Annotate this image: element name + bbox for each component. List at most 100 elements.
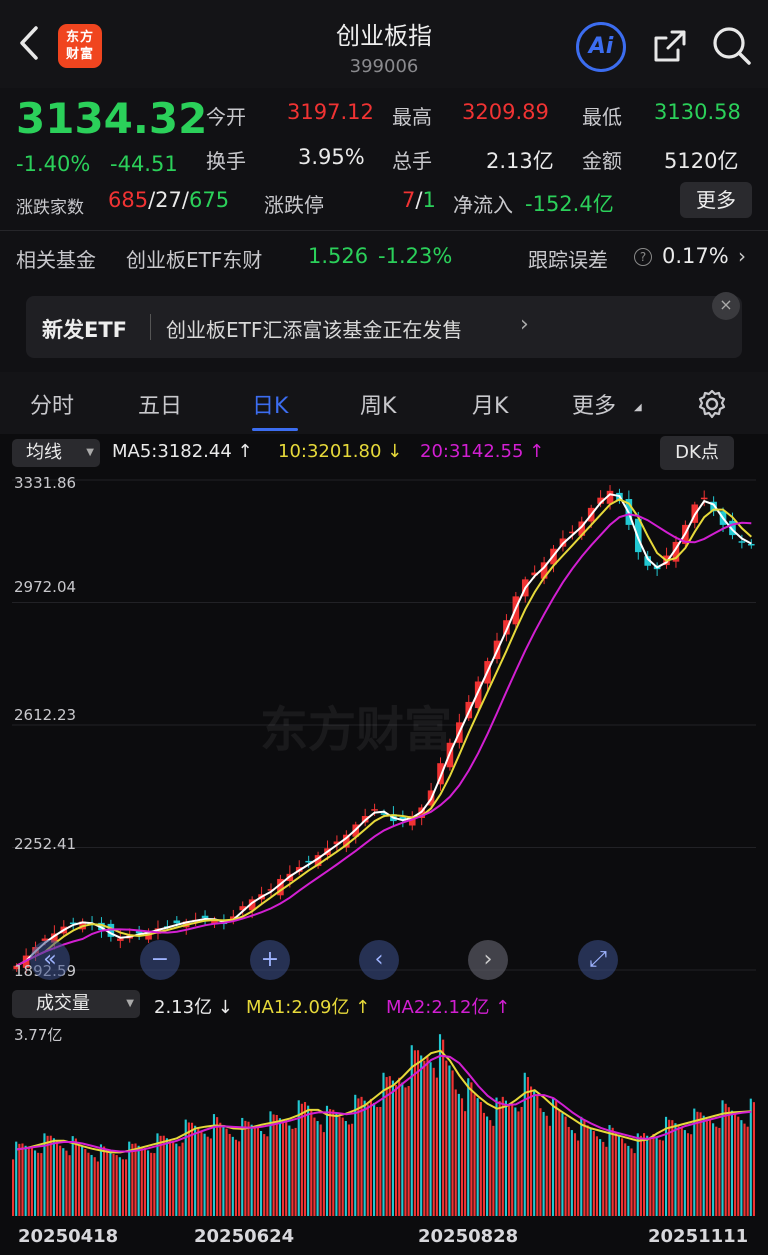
tab-weekly-k[interactable]: 周K	[360, 388, 396, 420]
fullscreen-button[interactable]: ⤢	[578, 940, 618, 980]
volume-bar	[664, 1116, 668, 1216]
tab-daily-k[interactable]: 日K	[252, 388, 288, 420]
volume-bar	[118, 1157, 121, 1216]
volume-bar	[627, 1145, 630, 1216]
dk-point-button[interactable]: DK点	[660, 436, 734, 470]
volume-bar	[382, 1072, 385, 1216]
volume-bar	[614, 1133, 617, 1216]
active-tab-indicator	[252, 428, 298, 431]
close-icon[interactable]: ×	[712, 292, 740, 320]
more-quote-button[interactable]: 更多	[680, 182, 752, 218]
volume-bar	[655, 1136, 658, 1216]
share-icon	[654, 30, 686, 62]
indicator-selector[interactable]: 成交量 ▼	[12, 990, 140, 1018]
volume-bar	[300, 1103, 303, 1216]
volume-bar	[658, 1139, 661, 1216]
volume-bar	[680, 1126, 683, 1216]
banner-text: 创业板ETF汇添富该基金正在发售	[166, 318, 463, 342]
scroll-left-button[interactable]: ‹	[359, 940, 399, 980]
volume-bar	[495, 1097, 498, 1216]
volume-bar	[303, 1102, 307, 1216]
scroll-right-button[interactable]: ›	[468, 940, 508, 980]
volume-bar	[592, 1131, 595, 1216]
volume-bar	[24, 1145, 27, 1216]
search-button[interactable]	[710, 24, 754, 68]
x-date-1: 20250418	[18, 1226, 119, 1247]
zoom-out-button[interactable]: −	[140, 940, 180, 980]
scroll-left-far-button[interactable]: «	[30, 940, 70, 980]
breadth-up: 685	[108, 188, 149, 212]
ai-button[interactable]: Ai	[576, 22, 626, 72]
volume-bar	[674, 1123, 677, 1216]
volume-bar	[391, 1080, 394, 1216]
tab-intraday[interactable]: 分时	[30, 388, 74, 420]
volume-bar	[244, 1120, 247, 1216]
volume-bar	[74, 1138, 77, 1216]
tab-five-day[interactable]: 五日	[138, 388, 182, 420]
volume-bar	[539, 1108, 542, 1216]
volume-bar	[734, 1114, 737, 1216]
volume-bar	[90, 1154, 93, 1216]
volume-bar	[457, 1093, 460, 1216]
volume-chart[interactable]	[0, 1020, 768, 1220]
share-button[interactable]	[650, 26, 690, 66]
last-price: 3134.32	[16, 94, 208, 143]
volume-bar	[366, 1104, 369, 1216]
volume-bar	[445, 1060, 448, 1216]
volume-bar	[416, 1050, 420, 1216]
volume-bar	[376, 1107, 379, 1216]
dk-point-label: DK点	[675, 442, 719, 463]
volume-bar	[564, 1116, 567, 1216]
volume-bar	[96, 1161, 99, 1216]
volume-bar	[743, 1123, 746, 1216]
volume-bar	[737, 1116, 740, 1216]
candle-body	[700, 497, 708, 500]
change-percent: -1.40%	[16, 152, 91, 176]
volume-ma2-text: MA2:2.12亿	[386, 997, 490, 1018]
volume-bar	[87, 1152, 90, 1216]
chevron-left-small-icon: ‹	[374, 947, 384, 972]
minus-icon: −	[150, 947, 170, 972]
zoom-in-button[interactable]: +	[250, 940, 290, 980]
volume-bar	[363, 1100, 366, 1216]
volume-bar	[81, 1146, 84, 1216]
volume-bar	[351, 1123, 354, 1216]
volume-bar	[555, 1101, 558, 1216]
related-fund-row[interactable]: 相关基金 创业板ETF东财 1.526 -1.23% 跟踪误差 ? 0.17% …	[16, 244, 752, 272]
volume-bar	[65, 1150, 68, 1216]
volume-bar	[646, 1135, 649, 1216]
volume-bar	[332, 1109, 335, 1216]
volume-bar	[316, 1121, 319, 1216]
volume-bar	[241, 1117, 244, 1216]
tab-more[interactable]: 更多	[572, 388, 616, 420]
volume-bar	[275, 1114, 278, 1216]
tab-monthly-k[interactable]: 月K	[472, 388, 508, 420]
watermark: 东方财富	[260, 702, 453, 758]
help-icon[interactable]: ?	[634, 248, 652, 266]
volume-bar	[313, 1117, 316, 1216]
volume-bar	[256, 1127, 259, 1216]
volume-bar	[59, 1145, 62, 1216]
volume-bar	[134, 1143, 137, 1216]
volume-bar	[37, 1152, 40, 1216]
ma-selector[interactable]: 均线 ▼	[12, 439, 100, 467]
ma20-text: 20:3142.55	[420, 441, 524, 462]
volume-bar	[234, 1139, 238, 1216]
banner-divider	[150, 314, 151, 340]
volume-bar	[12, 1159, 15, 1216]
volume-bar	[476, 1098, 479, 1216]
volume-bar	[266, 1136, 269, 1216]
volume-bar	[639, 1135, 642, 1216]
plus-icon: +	[260, 947, 280, 972]
chart-settings-button[interactable]	[696, 388, 728, 424]
new-etf-banner[interactable]: 新发ETF 创业板ETF汇添富该基金正在发售 › ×	[26, 292, 742, 358]
volume-bar	[511, 1103, 514, 1216]
high-value: 3209.89	[462, 100, 549, 124]
y-tick-4: 2252.41	[14, 835, 77, 853]
volume-bar	[212, 1114, 216, 1216]
volume-bar	[322, 1132, 325, 1216]
volume-bar	[583, 1119, 586, 1216]
breadth-label: 涨跌家数	[16, 198, 84, 218]
y-tick-2: 2972.04	[14, 578, 77, 596]
volume-bar	[705, 1118, 708, 1216]
